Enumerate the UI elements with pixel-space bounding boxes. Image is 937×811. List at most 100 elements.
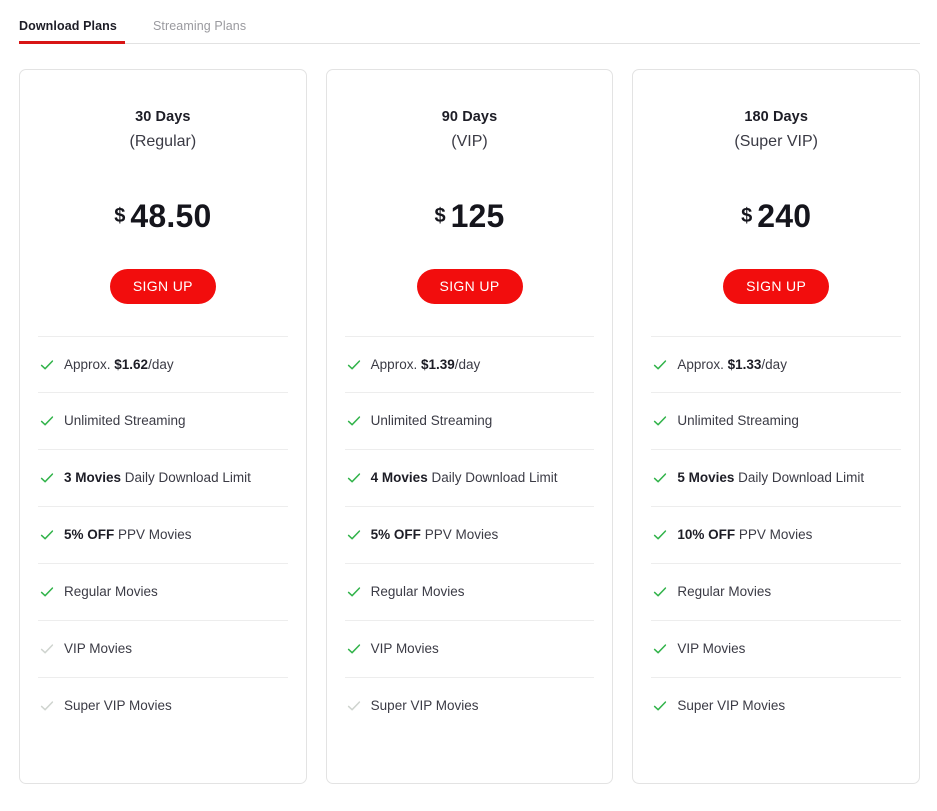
check-icon bbox=[40, 358, 54, 372]
check-icon bbox=[347, 358, 361, 372]
feature-suffix: PPV Movies bbox=[114, 527, 192, 543]
feature-item: 10% OFF PPV Movies bbox=[651, 506, 902, 563]
pricing-plan-grid: 30 Days (Regular) $48.50 SIGN UP Approx. $1.… bbox=[0, 44, 937, 784]
feature-item: Unlimited Streaming bbox=[344, 392, 595, 449]
feature-item: VIP Movies bbox=[651, 619, 902, 677]
feature-label: Approx. $1.62/day bbox=[64, 354, 286, 376]
feature-label: VIP Movies bbox=[64, 638, 286, 660]
feature-label: Unlimited Streaming bbox=[64, 410, 286, 432]
check-icon bbox=[40, 585, 54, 599]
feature-suffix: Daily Download Limit bbox=[734, 470, 865, 486]
feature-list: Approx. $1.39/day Unlimited Streaming 4 Mo… bbox=[327, 335, 613, 740]
signup-button[interactable]: SIGN UP bbox=[416, 268, 523, 304]
feature-label: VIP Movies bbox=[677, 638, 899, 660]
feature-label: 5% OFF PPV Movies bbox=[64, 524, 286, 546]
pricing-card: 90 Days (VIP) $125 SIGN UP Approx. $1.39/day… bbox=[325, 69, 614, 784]
feature-highlight: 3 Movies bbox=[64, 470, 122, 486]
feature-item: Regular Movies bbox=[651, 563, 902, 620]
feature-label: Regular Movies bbox=[677, 581, 899, 603]
check-icon bbox=[653, 471, 667, 485]
check-icon-disabled bbox=[40, 699, 54, 713]
check-icon-disabled bbox=[40, 642, 54, 656]
card-header: 90 Days (VIP) $125 SIGN UP bbox=[327, 70, 613, 336]
plan-price: $48.50 bbox=[40, 198, 286, 235]
feature-item: 4 Movies Daily Download Limit bbox=[344, 449, 595, 506]
check-icon bbox=[653, 528, 667, 542]
feature-list: Approx. $1.62/day Unlimited Streaming 3 Mo… bbox=[20, 335, 306, 740]
feature-suffix: VIP Movies bbox=[64, 640, 133, 656]
feature-item: 5% OFF PPV Movies bbox=[344, 506, 595, 563]
signup-button-wrap: SIGN UP bbox=[653, 268, 899, 336]
feature-suffix: VIP Movies bbox=[677, 640, 746, 656]
feature-highlight: 5% OFF bbox=[64, 527, 115, 543]
feature-label: Unlimited Streaming bbox=[371, 410, 593, 432]
feature-label: 5 Movies Daily Download Limit bbox=[677, 467, 899, 489]
tabbar-divider bbox=[19, 43, 920, 44]
feature-label: Unlimited Streaming bbox=[677, 410, 899, 432]
price-currency-symbol: $ bbox=[741, 204, 753, 227]
check-icon bbox=[653, 414, 667, 428]
check-icon bbox=[347, 414, 361, 428]
feature-suffix: Unlimited Streaming bbox=[64, 413, 186, 429]
feature-label: 5% OFF PPV Movies bbox=[371, 524, 593, 546]
tab-download-plans[interactable]: Download Plans bbox=[19, 19, 139, 44]
feature-prefix: Approx. bbox=[370, 356, 421, 372]
signup-button[interactable]: SIGN UP bbox=[109, 268, 216, 304]
check-icon bbox=[40, 528, 54, 542]
feature-item: Regular Movies bbox=[38, 563, 288, 620]
plan-duration: 180 Days bbox=[744, 109, 809, 125]
feature-highlight: 10% OFF bbox=[677, 527, 736, 543]
tab-streaming-plans[interactable]: Streaming Plans bbox=[139, 19, 264, 44]
feature-prefix: Approx. bbox=[64, 356, 115, 372]
feature-label: Super VIP Movies bbox=[64, 695, 286, 717]
feature-highlight: $1.33 bbox=[727, 356, 762, 372]
feature-item: Super VIP Movies bbox=[651, 676, 902, 734]
feature-item: 5 Movies Daily Download Limit bbox=[651, 449, 902, 506]
feature-item: Approx. $1.33/day bbox=[651, 335, 902, 393]
feature-item: 5% OFF PPV Movies bbox=[38, 506, 288, 563]
feature-item: Unlimited Streaming bbox=[38, 392, 288, 449]
card-header: 30 Days (Regular) $48.50 SIGN UP bbox=[20, 70, 306, 336]
feature-item: Super VIP Movies bbox=[38, 676, 288, 734]
feature-item: VIP Movies bbox=[344, 619, 595, 677]
check-icon-disabled bbox=[347, 699, 361, 713]
feature-label: Approx. $1.33/day bbox=[677, 354, 899, 376]
check-icon bbox=[40, 414, 54, 428]
plan-tier: (VIP) bbox=[451, 132, 488, 150]
plan-type-tabbar: Download Plans Streaming Plans bbox=[19, 0, 920, 44]
feature-list: Approx. $1.33/day Unlimited Streaming 5 Mo… bbox=[633, 335, 919, 740]
feature-suffix: VIP Movies bbox=[370, 640, 439, 656]
feature-suffix: Regular Movies bbox=[677, 584, 772, 599]
signup-button-wrap: SIGN UP bbox=[347, 268, 593, 336]
feature-label: Regular Movies bbox=[371, 581, 593, 603]
plan-price: $240 bbox=[653, 198, 899, 235]
feature-suffix: Super VIP Movies bbox=[677, 697, 786, 713]
feature-item: Super VIP Movies bbox=[344, 676, 595, 734]
feature-highlight: $1.39 bbox=[420, 356, 455, 372]
check-icon bbox=[653, 699, 667, 713]
feature-suffix: Super VIP Movies bbox=[64, 697, 172, 713]
feature-label: VIP Movies bbox=[371, 638, 593, 660]
feature-suffix: PPV Movies bbox=[420, 527, 499, 543]
plan-duration: 30 Days bbox=[135, 109, 191, 125]
check-icon bbox=[347, 585, 361, 599]
plan-price: $125 bbox=[347, 198, 593, 235]
feature-suffix: /day bbox=[148, 356, 174, 372]
price-currency-symbol: $ bbox=[114, 204, 126, 227]
feature-suffix: /day bbox=[761, 356, 787, 372]
plan-type-tabs: Download Plans Streaming Plans bbox=[19, 0, 920, 44]
feature-label: Super VIP Movies bbox=[371, 695, 593, 717]
signup-button[interactable]: SIGN UP bbox=[723, 268, 830, 304]
price-amount: 125 bbox=[450, 197, 505, 234]
feature-suffix: /day bbox=[454, 356, 481, 372]
feature-item: Regular Movies bbox=[344, 563, 595, 620]
signup-button-wrap: SIGN UP bbox=[40, 268, 286, 336]
feature-label: 3 Movies Daily Download Limit bbox=[64, 467, 286, 489]
pricing-card: 30 Days (Regular) $48.50 SIGN UP Approx. $1.… bbox=[19, 69, 307, 784]
check-icon bbox=[653, 358, 667, 372]
feature-highlight: $1.62 bbox=[114, 356, 149, 372]
feature-suffix: Unlimited Streaming bbox=[370, 413, 493, 429]
check-icon bbox=[347, 642, 361, 656]
feature-suffix: Unlimited Streaming bbox=[677, 413, 799, 429]
feature-highlight: 4 Movies bbox=[370, 470, 428, 486]
